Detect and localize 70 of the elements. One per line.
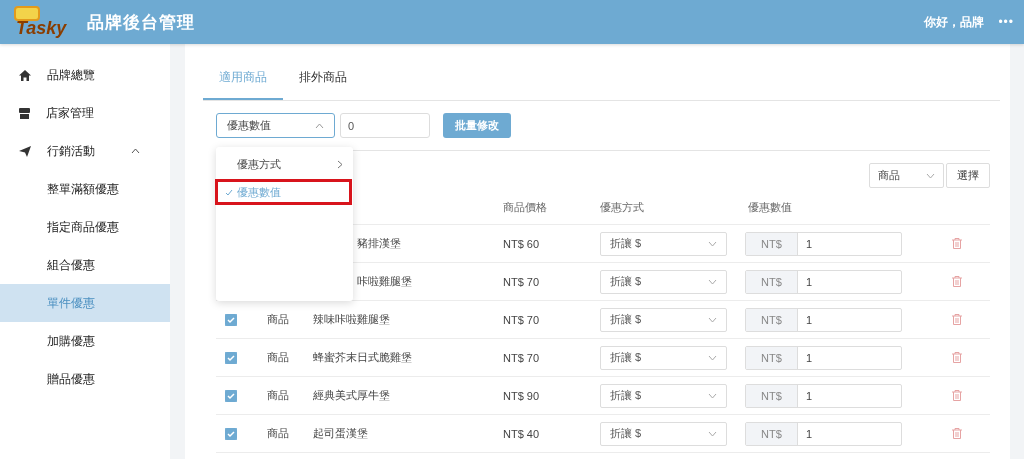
table-cell-text: 豬排漢堡 xyxy=(356,237,401,249)
send-icon xyxy=(19,145,31,157)
input-field[interactable]: NT$ 1 xyxy=(745,269,902,294)
table-cell-text: 商品 xyxy=(266,427,289,439)
check-icon xyxy=(225,189,233,196)
select-field[interactable]: 折讓 $ xyxy=(600,345,727,370)
table-cell-text: NT$ 70 xyxy=(502,313,540,326)
column-header: 商品價格 xyxy=(502,200,548,215)
table-cell-text: NT$ 70 xyxy=(502,275,540,288)
input-field[interactable]: NT$ 1 xyxy=(745,345,902,370)
caret-icon xyxy=(708,240,717,247)
sidebar-item[interactable]: 加購優惠 xyxy=(0,322,170,360)
sidebar-item[interactable]: 整單滿額優惠 xyxy=(0,170,170,208)
sidebar-item[interactable]: 行銷活動 xyxy=(0,132,170,170)
delete-icon[interactable] xyxy=(952,314,962,325)
select-field[interactable]: 優惠數值 xyxy=(216,113,335,138)
select-field[interactable]: 折讓 $ xyxy=(600,231,727,256)
table-cell-text: NT$ 40 xyxy=(502,427,540,440)
greeting: 你好，品牌 xyxy=(924,13,985,31)
input-field[interactable]: NT$ 1 xyxy=(745,231,902,256)
select-field[interactable]: 折讓 $ xyxy=(600,307,727,332)
table-cell-text: 商品 xyxy=(266,389,289,401)
input-field[interactable]: NT$ 1 xyxy=(745,307,902,332)
sidebar-item[interactable]: 店家管理 xyxy=(0,94,170,132)
column-header: 優惠方式 xyxy=(599,200,645,215)
table-cell-text: 咔啦雞腿堡 xyxy=(356,275,412,287)
caret-icon xyxy=(708,316,717,323)
app-title: 品牌後台管理 xyxy=(87,11,195,34)
delete-icon[interactable] xyxy=(952,390,962,401)
input-field[interactable]: NT$ 1 xyxy=(745,383,902,408)
caret-icon xyxy=(708,278,717,285)
input-field[interactable]: 0 xyxy=(340,113,430,138)
delete-icon[interactable] xyxy=(952,352,962,363)
table-cell-text: 商品 xyxy=(266,351,289,363)
sidebar-item[interactable]: 品牌總覽 xyxy=(0,56,170,94)
table-cell-text: 蜂蜜芥末日式脆雞堡 xyxy=(312,351,412,363)
choose-button[interactable]: 選擇 xyxy=(946,163,990,188)
menu-item[interactable]: 優惠方式 xyxy=(216,150,353,178)
delete-icon[interactable] xyxy=(952,238,962,249)
select-field[interactable]: 商品 xyxy=(869,163,944,188)
table-cell-text: NT$ 90 xyxy=(502,389,540,402)
table-cell-text: 起司蛋漢堡 xyxy=(312,427,368,439)
checkbox[interactable] xyxy=(225,313,237,326)
checkbox[interactable] xyxy=(225,427,237,440)
caret-icon xyxy=(315,122,324,129)
caret-icon xyxy=(708,430,717,437)
delete-icon[interactable] xyxy=(952,276,962,287)
tab[interactable]: 排外商品 xyxy=(283,56,363,100)
column-header: 優惠數值 xyxy=(747,200,793,215)
select-field[interactable]: 折讓 $ xyxy=(600,269,727,294)
delete-icon[interactable] xyxy=(952,428,962,439)
caret-icon xyxy=(708,392,717,399)
table-cell-text: NT$ 70 xyxy=(502,351,540,364)
caret-icon xyxy=(708,354,717,361)
table-cell-text: 經典美式厚牛堡 xyxy=(312,389,390,401)
sidebar-item[interactable]: 指定商品優惠 xyxy=(0,208,170,246)
select-field[interactable]: 折讓 $ xyxy=(600,421,727,446)
sidebar-item[interactable]: 組合優惠 xyxy=(0,246,170,284)
caret-icon xyxy=(926,172,935,179)
sidebar-item[interactable]: 贈品優惠 xyxy=(0,360,170,398)
home-icon xyxy=(19,69,31,81)
logo: Tasky xyxy=(12,4,72,40)
store-icon xyxy=(19,107,30,119)
select-field[interactable]: 折讓 $ xyxy=(600,383,727,408)
checkbox[interactable] xyxy=(225,351,237,364)
table-cell-text: NT$ 60 xyxy=(502,237,540,250)
table-cell-text: 辣味咔啦雞腿堡 xyxy=(312,313,390,325)
table-cell-text: 商品 xyxy=(266,313,289,325)
checkbox[interactable] xyxy=(225,389,237,402)
input-field[interactable]: NT$ 1 xyxy=(745,421,902,446)
